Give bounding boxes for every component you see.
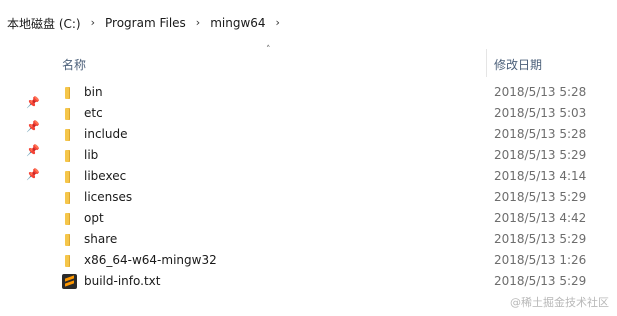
folder-icon (62, 212, 76, 225)
address-bar[interactable]: 本地磁盘 (C:) › Program Files › mingw64 › (0, 0, 617, 44)
file-name: build-info.txt (84, 274, 161, 288)
list-item[interactable]: x86_64-w64-mingw32 2018/5/13 1:26 (0, 250, 617, 271)
breadcrumb: 本地磁盘 (C:) › Program Files › mingw64 › (6, 14, 289, 32)
file-date-modified: 2018/5/13 5:28 (494, 127, 587, 141)
sort-ascending-icon: ˄ (266, 45, 271, 55)
breadcrumb-item-program-files[interactable]: Program Files (104, 16, 187, 30)
list-item[interactable]: include 2018/5/13 5:28 (0, 124, 617, 145)
column-divider[interactable] (486, 49, 487, 77)
file-name: x86_64-w64-mingw32 (84, 253, 217, 267)
folder-icon (62, 170, 76, 183)
sublime-text-file-icon (62, 274, 77, 289)
folder-icon (62, 191, 76, 204)
list-item[interactable]: libexec 2018/5/13 4:14 (0, 166, 617, 187)
folder-icon (62, 254, 76, 267)
file-date-modified: 2018/5/13 5:29 (494, 148, 587, 162)
folder-icon (62, 128, 76, 141)
breadcrumb-item-drive[interactable]: 本地磁盘 (C:) (6, 15, 82, 32)
list-item[interactable]: opt 2018/5/13 4:42 (0, 208, 617, 229)
file-name: etc (84, 106, 103, 120)
list-item[interactable]: bin 2018/5/13 5:28 (0, 82, 617, 103)
file-list: bin 2018/5/13 5:28 etc 2018/5/13 5:03 in… (0, 82, 617, 292)
file-name: licenses (84, 190, 133, 204)
file-date-modified: 2018/5/13 5:29 (494, 190, 587, 204)
file-date-modified: 2018/5/13 5:29 (494, 232, 587, 246)
file-name: lib (84, 148, 99, 162)
chevron-right-icon[interactable]: › (91, 16, 95, 29)
folder-icon (62, 149, 76, 162)
column-header-date-modified[interactable]: 修改日期 (494, 56, 542, 73)
file-date-modified: 2018/5/13 4:42 (494, 211, 587, 225)
file-date-modified: 2018/5/13 5:28 (494, 85, 587, 99)
file-explorer-window: 本地磁盘 (C:) › Program Files › mingw64 › ˄ … (0, 0, 617, 316)
watermark: @稀土掘金技术社区 (510, 296, 609, 309)
column-header: ˄ 名称 修改日期 (0, 43, 617, 79)
folder-icon (62, 107, 76, 120)
folder-icon (62, 233, 76, 246)
chevron-right-icon[interactable]: › (276, 16, 280, 29)
list-item[interactable]: licenses 2018/5/13 5:29 (0, 187, 617, 208)
file-name: libexec (84, 169, 127, 183)
list-item[interactable]: share 2018/5/13 5:29 (0, 229, 617, 250)
chevron-right-icon[interactable]: › (196, 16, 200, 29)
list-item[interactable]: build-info.txt 2018/5/13 5:29 (0, 271, 617, 292)
file-name: bin (84, 85, 103, 99)
file-date-modified: 2018/5/13 5:29 (494, 274, 587, 288)
breadcrumb-item-mingw64[interactable]: mingw64 (209, 16, 266, 30)
file-date-modified: 2018/5/13 1:26 (494, 253, 587, 267)
file-name: include (84, 127, 128, 141)
column-header-name[interactable]: 名称 (62, 56, 86, 73)
list-item[interactable]: etc 2018/5/13 5:03 (0, 103, 617, 124)
file-name: opt (84, 211, 104, 225)
file-date-modified: 2018/5/13 5:03 (494, 106, 587, 120)
list-item[interactable]: lib 2018/5/13 5:29 (0, 145, 617, 166)
file-name: share (84, 232, 118, 246)
file-date-modified: 2018/5/13 4:14 (494, 169, 587, 183)
folder-icon (62, 86, 76, 99)
